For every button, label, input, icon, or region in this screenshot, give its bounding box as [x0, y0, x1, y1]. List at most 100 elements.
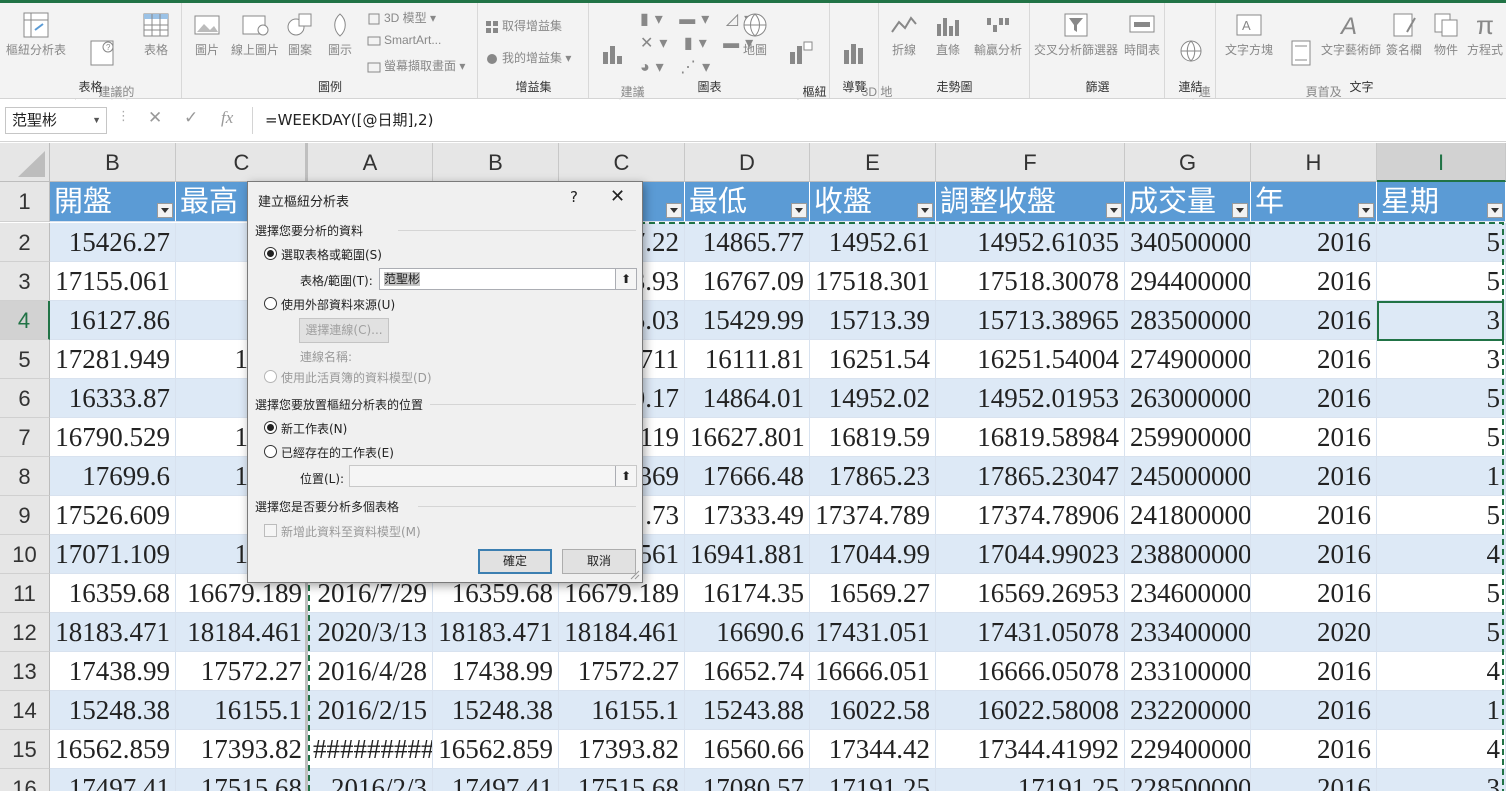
table-cell[interactable]: 18184.461 [176, 613, 308, 652]
row-header-10[interactable]: 10 [0, 535, 50, 574]
table-cell[interactable]: 14952.01953 [936, 379, 1125, 418]
table-cell[interactable]: 2016 [1251, 223, 1377, 262]
table-cell[interactable]: 259900000 [1125, 418, 1251, 457]
table-cell[interactable]: 16127.86 [50, 301, 176, 340]
table-header-cell[interactable]: 最低 [685, 182, 810, 222]
table-cell[interactable]: 2020 [1251, 613, 1377, 652]
table-header-cell[interactable]: 調整收盤 [936, 182, 1125, 222]
smartart-button[interactable]: SmartArt... [367, 33, 441, 48]
table-cell[interactable]: 2016/2/3 [308, 769, 433, 791]
table-cell[interactable]: 17699.6 [50, 457, 176, 496]
table-cell[interactable]: 17191.25 [936, 769, 1125, 791]
table-cell[interactable]: 17431.05078 [936, 613, 1125, 652]
table-cell[interactable]: 2016 [1251, 535, 1377, 574]
table-cell[interactable]: 16569.27 [810, 574, 936, 613]
get-addins-button[interactable]: 取得增益集 [485, 17, 562, 34]
row-header-9[interactable]: 9 [0, 496, 50, 535]
location-input[interactable]: ⬆ [349, 465, 637, 487]
table-cell[interactable]: 5 [1377, 496, 1506, 535]
table-cell[interactable]: 340500000 [1125, 223, 1251, 262]
table-cell[interactable]: 15248.38 [50, 691, 176, 730]
table-cell[interactable]: 14864.01 [685, 379, 810, 418]
table-cell[interactable]: 17393.82 [559, 730, 685, 769]
table-cell[interactable]: 16155.1 [559, 691, 685, 730]
chevron-down-icon[interactable]: ▼ [92, 108, 101, 133]
cancel-button[interactable]: 取消 [562, 549, 636, 574]
table-cell[interactable]: 2016 [1251, 457, 1377, 496]
table-cell[interactable]: 2016 [1251, 340, 1377, 379]
help-button[interactable]: ? [570, 188, 578, 206]
table-cell[interactable]: 17374.78906 [936, 496, 1125, 535]
table-cell[interactable]: 16690.6 [685, 613, 810, 652]
table-cell[interactable]: 17191.25 [810, 769, 936, 791]
cancel-entry-icon[interactable]: ✕ [148, 108, 162, 128]
table-cell[interactable]: 228500000 [1125, 769, 1251, 791]
table-cell[interactable]: 4 [1377, 652, 1506, 691]
choose-connection-button[interactable]: 選擇連線(C)... [299, 318, 389, 343]
table-cell[interactable]: 15243.88 [685, 691, 810, 730]
row-header-3[interactable]: 3 [0, 262, 50, 301]
table-cell[interactable]: 233400000 [1125, 613, 1251, 652]
row-header-14[interactable]: 14 [0, 691, 50, 730]
row-header-12[interactable]: 12 [0, 613, 50, 652]
table-cell[interactable]: 17044.99023 [936, 535, 1125, 574]
timeline-button[interactable]: 時間表 [1121, 8, 1163, 57]
table-cell[interactable]: 17374.789 [810, 496, 936, 535]
table-cell[interactable]: 14952.02 [810, 379, 936, 418]
table-cell[interactable]: 16569.26953 [936, 574, 1125, 613]
radio-data-model[interactable] [264, 370, 277, 383]
table-cell[interactable]: 17438.99 [433, 652, 559, 691]
filter-dropdown-icon[interactable] [666, 203, 682, 218]
row-header-4[interactable]: 4 [0, 301, 50, 340]
table-cell[interactable]: 17155.061 [50, 262, 176, 301]
table-cell[interactable]: 2016 [1251, 379, 1377, 418]
table-cell[interactable]: 17071.109 [50, 535, 176, 574]
column-header-H[interactable]: H [1251, 143, 1377, 182]
table-cell[interactable]: 274900000 [1125, 340, 1251, 379]
row-header-16[interactable]: 16 [0, 769, 50, 791]
column-header-D[interactable]: D [685, 143, 810, 182]
table-cell[interactable]: 18184.461 [559, 613, 685, 652]
table-cell[interactable]: 16562.859 [50, 730, 176, 769]
table-button[interactable]: 表格 [138, 8, 174, 57]
wordart-button[interactable]: A 文字藝術師 [1321, 8, 1381, 57]
table-cell[interactable]: 2016/4/28 [308, 652, 433, 691]
table-cell[interactable]: 16022.58 [810, 691, 936, 730]
select-all-corner[interactable] [0, 143, 50, 182]
table-cell[interactable]: 1 [1377, 457, 1506, 496]
ok-button[interactable]: 確定 [478, 549, 552, 574]
radio-select-table[interactable] [264, 247, 277, 260]
table-cell[interactable]: 245000000 [1125, 457, 1251, 496]
close-icon[interactable]: ✕ [610, 186, 625, 207]
table-cell[interactable]: 17431.051 [810, 613, 936, 652]
table-cell[interactable]: 2016 [1251, 769, 1377, 791]
table-cell[interactable]: 16359.68 [50, 574, 176, 613]
table-cell[interactable]: 16941.881 [685, 535, 810, 574]
table-cell[interactable]: 16111.81 [685, 340, 810, 379]
row-header-5[interactable]: 5 [0, 340, 50, 379]
table-cell[interactable]: 5 [1377, 574, 1506, 613]
table-cell[interactable]: 5 [1377, 613, 1506, 652]
table-cell[interactable]: 3 [1377, 769, 1506, 791]
column-header-G[interactable]: G [1125, 143, 1251, 182]
table-cell[interactable]: 229400000 [1125, 730, 1251, 769]
column-header-F[interactable]: F [936, 143, 1125, 182]
table-cell[interactable]: 14865.77 [685, 223, 810, 262]
table-cell[interactable]: 14952.61035 [936, 223, 1125, 262]
table-cell[interactable]: 16174.35 [685, 574, 810, 613]
column-header-C[interactable]: C [559, 143, 685, 182]
table-cell[interactable]: 16251.54 [810, 340, 936, 379]
table-cell[interactable]: 17344.42 [810, 730, 936, 769]
column-header-I[interactable]: I [1377, 143, 1506, 182]
table-cell[interactable]: 4 [1377, 535, 1506, 574]
table-cell[interactable]: 17572.27 [559, 652, 685, 691]
table-cell[interactable]: 18183.471 [433, 613, 559, 652]
column-header-B[interactable]: B [433, 143, 559, 182]
table-cell[interactable]: 2016/2/15 [308, 691, 433, 730]
table-cell[interactable]: 5 [1377, 418, 1506, 457]
filter-dropdown-icon[interactable] [1358, 203, 1374, 218]
row-header-7[interactable]: 7 [0, 418, 50, 457]
column-header-E[interactable]: E [810, 143, 936, 182]
pivot-table-button[interactable]: 樞紐分析表 [4, 8, 68, 57]
radio-existing-worksheet[interactable] [264, 445, 277, 458]
